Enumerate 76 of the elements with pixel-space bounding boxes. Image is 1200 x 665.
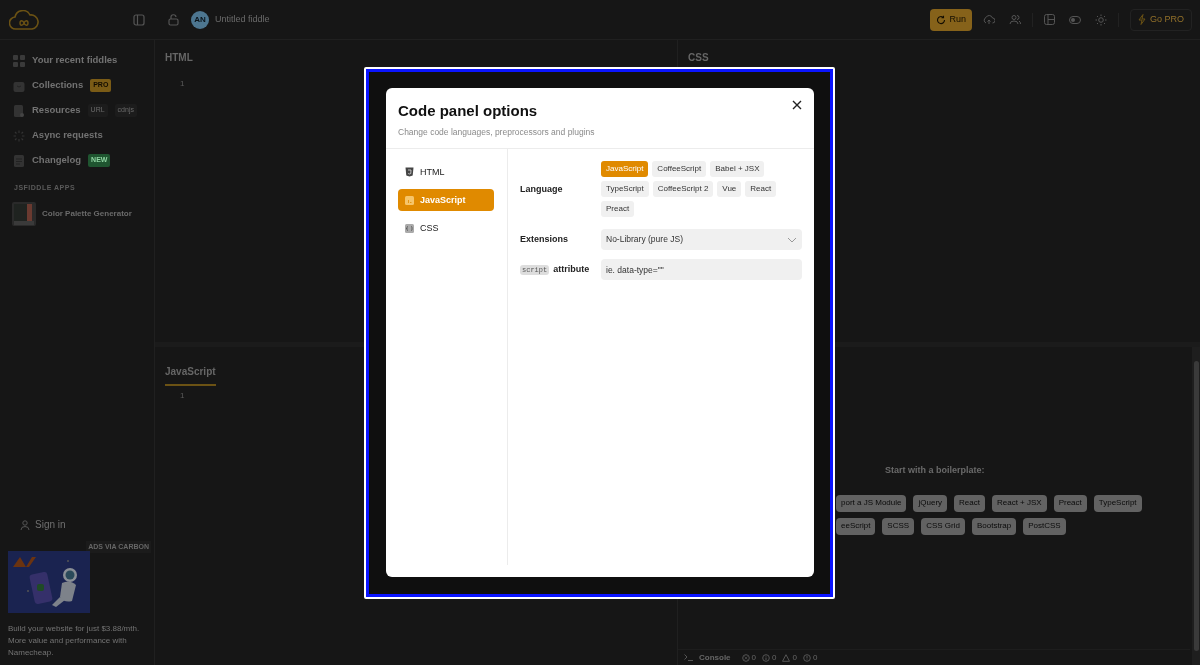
boilerplate-button[interactable]: CSS Grid [921, 517, 965, 535]
boilerplate-button[interactable]: PostCSS [1023, 517, 1066, 535]
square-code-icon [405, 195, 414, 205]
boilerplate-button[interactable]: React + JSX [991, 494, 1047, 512]
extensions-select[interactable]: No-Library (pure JS) [601, 229, 802, 251]
alert-icon [802, 653, 811, 662]
warning-icon [782, 653, 791, 662]
boilerplate-heading: Start with a boilerplate: [885, 464, 985, 477]
scrollbar[interactable] [1192, 347, 1200, 665]
close-icon [792, 100, 802, 110]
refresh-icon [936, 14, 947, 25]
boilerplate-button[interactable]: eeScript [836, 517, 876, 535]
language-tab[interactable]: JavaScript [398, 189, 494, 212]
avatar[interactable]: AN [191, 10, 209, 29]
sidebar-toggle-icon[interactable] [133, 13, 145, 26]
layout-icon[interactable] [1044, 14, 1055, 25]
count-label: 0 [812, 651, 818, 664]
user-icon [20, 519, 30, 530]
lightning-icon [1138, 14, 1146, 25]
bag-icon [13, 79, 25, 92]
console-tab[interactable]: Console [699, 651, 731, 664]
field-label: Extensions [520, 233, 569, 246]
language-option[interactable]: CoffeeScript 2 [652, 181, 714, 198]
attribute-input[interactable]: ie. data-type="" [601, 259, 802, 281]
sign-in-button[interactable]: Sign in [20, 516, 154, 533]
panel-title: HTML [165, 51, 194, 65]
line-number: 1 [180, 390, 186, 402]
count-label: 0 [772, 651, 777, 664]
chevron-down-icon [787, 236, 797, 243]
field-label: attribute [553, 263, 590, 276]
language-option[interactable]: Babel + JSX [710, 161, 765, 178]
app-link[interactable]: Color Palette Generator [42, 207, 132, 220]
language-option[interactable]: JavaScript [601, 161, 649, 178]
ad-text[interactable]: Build your website for just $3.88/mth. More value and performance with Namecheap. [8, 623, 148, 659]
cloud-upload-icon[interactable] [983, 14, 995, 25]
language-option[interactable]: TypeScript [601, 181, 649, 198]
grid-icon [13, 54, 25, 67]
language-option[interactable]: Vue [717, 181, 742, 198]
boilerplate-button[interactable]: SCSS [882, 517, 915, 535]
close-button[interactable] [790, 98, 804, 112]
go-pro-button[interactable]: Go PRO [1130, 8, 1192, 31]
boilerplate-button[interactable]: React [954, 494, 985, 512]
boilerplate-button[interactable]: TypeScript [1093, 494, 1142, 512]
terminal-icon [684, 654, 694, 661]
language-tab[interactable]: HTML [398, 161, 494, 184]
boilerplate-button[interactable]: port a JS Module [836, 494, 907, 512]
lock-icon[interactable] [168, 13, 179, 26]
cloud-logo-icon[interactable] [9, 9, 39, 30]
error-icon [741, 653, 750, 662]
language-option[interactable]: React [745, 181, 777, 198]
language-tab[interactable]: CSS [398, 217, 494, 240]
run-button[interactable]: Run [930, 8, 972, 31]
info-icon [762, 653, 770, 662]
line-number: 1 [180, 78, 186, 90]
toggle-icon[interactable] [1069, 15, 1081, 24]
users-icon[interactable] [1009, 14, 1021, 25]
document-icon [13, 104, 25, 117]
sun-icon[interactable] [1095, 13, 1107, 26]
language-option[interactable]: Preact [601, 201, 635, 218]
boilerplate-button[interactable]: Bootstrap [971, 517, 1017, 535]
modal-subtitle: Change code languages, preprocessors and plugins [398, 125, 595, 139]
boilerplate-button[interactable]: jQuery [913, 494, 948, 512]
sidebar-item[interactable]: Your recent fiddles [13, 52, 118, 69]
language-option[interactable]: CoffeeScript [652, 161, 707, 178]
fiddle-title[interactable]: Untitled fiddle [215, 12, 270, 27]
braces-icon [405, 223, 414, 233]
sidebar-item[interactable]: Async requests [13, 127, 103, 144]
modal-title: Code panel options [398, 101, 538, 121]
list-icon [13, 154, 25, 167]
shield-icon [405, 167, 414, 178]
field-label: Language [520, 182, 564, 196]
panel-tab[interactable]: JavaScript [165, 364, 216, 386]
app-thumbnail-icon [12, 201, 36, 226]
boilerplate-button[interactable]: Preact [1053, 494, 1087, 512]
spinner-icon [13, 129, 25, 142]
panel-title: CSS [688, 51, 710, 65]
